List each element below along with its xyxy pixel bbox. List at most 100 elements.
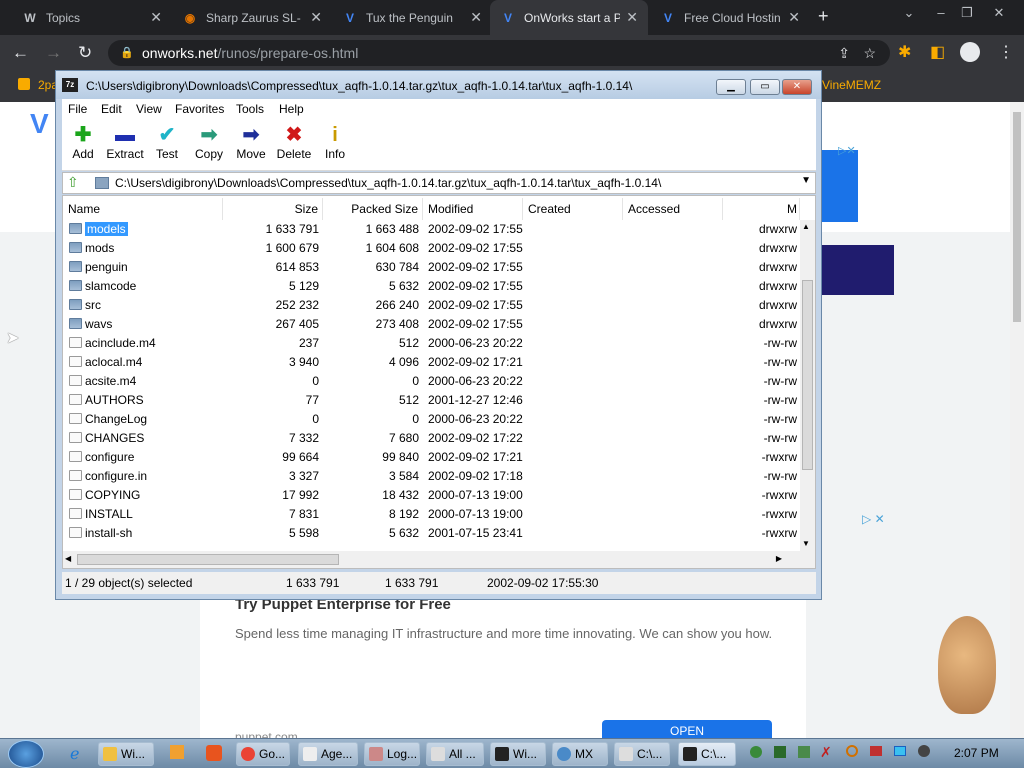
column-name[interactable]: Name xyxy=(63,198,223,220)
minimize-button[interactable]: ▁ xyxy=(716,79,746,95)
reload-icon[interactable]: ↻ xyxy=(78,43,92,63)
adchoices-icon[interactable]: ▷✕ xyxy=(838,144,856,157)
share-icon[interactable]: ⇪ xyxy=(838,40,850,66)
table-row[interactable]: src 252 232 266 240 2002-09-02 17:55 drwxrw xyxy=(63,296,799,315)
adchoices-icon[interactable]: ▷ ✕ xyxy=(862,512,885,526)
scroll-right-icon[interactable]: ▶ xyxy=(776,554,782,563)
tray-icon[interactable] xyxy=(774,746,786,758)
column-accessed[interactable]: Accessed xyxy=(623,198,723,220)
taskbar-item[interactable]: All ... xyxy=(426,742,484,766)
scrollbar-thumb[interactable] xyxy=(77,554,339,565)
scrollbar-thumb[interactable] xyxy=(802,280,813,470)
7zip-titlebar[interactable]: 7z C:\Users\digibrony\Downloads\Compress… xyxy=(56,71,821,99)
profile-avatar[interactable] xyxy=(960,42,980,62)
tray-icon[interactable]: ✗ xyxy=(820,744,832,761)
menu-icon[interactable]: ⋮ xyxy=(998,42,1014,62)
media-icon[interactable] xyxy=(170,745,184,759)
close-tab-icon[interactable]: ✕ xyxy=(626,9,638,26)
back-icon[interactable]: ← xyxy=(12,43,29,63)
browser-tab-free-cloud[interactable]: V Free Cloud Hostin ✕ xyxy=(650,0,810,35)
taskbar-item[interactable]: Go... xyxy=(236,742,290,766)
taskbar-item[interactable]: C:\... xyxy=(614,742,670,766)
close-tab-icon[interactable]: ✕ xyxy=(150,9,162,26)
sidepanel-icon[interactable]: ◧ xyxy=(930,42,945,62)
table-row[interactable]: ChangeLog 0 0 2000-06-23 20:22 -rw-rw xyxy=(63,410,799,429)
table-row[interactable]: COPYING 17 992 18 432 2000-07-13 19:00 -rwxr… xyxy=(63,486,799,505)
table-row[interactable]: configure.in 3 327 3 584 2002-09-02 17:18 -r… xyxy=(63,467,799,486)
ie-icon[interactable]: ℯ xyxy=(70,744,79,764)
info-button[interactable]: i Info xyxy=(310,123,360,161)
address-bar[interactable]: 🔒 onworks.net/runos/prepare-os.html ⇪ ☆ xyxy=(108,40,890,66)
bookmark-star-icon[interactable]: ☆ xyxy=(863,40,876,66)
path-bar[interactable]: ⇧ C:\Users\digibrony\Downloads\Compresse… xyxy=(62,172,816,194)
column-mode[interactable]: M xyxy=(723,198,800,220)
column-created[interactable]: Created xyxy=(523,198,623,220)
path-text[interactable]: C:\Users\digibrony\Downloads\Compressed\… xyxy=(115,176,661,190)
scroll-left-icon[interactable]: ◀ xyxy=(65,554,71,563)
tray-icon[interactable] xyxy=(750,746,762,758)
table-row[interactable]: aclocal.m4 3 940 4 096 2002-09-02 17:21 -rw-… xyxy=(63,353,799,372)
browser-tab-topics[interactable]: W Topics ✕ xyxy=(12,0,172,35)
scroll-down-icon[interactable]: ▼ xyxy=(802,539,810,548)
table-row[interactable]: acinclude.m4 237 512 2000-06-23 20:22 -rw-rw xyxy=(63,334,799,353)
start-button[interactable] xyxy=(8,740,44,768)
table-row[interactable]: wavs 267 405 273 408 2002-09-02 17:55 drwxrw xyxy=(63,315,799,334)
menu-tools[interactable]: Tools xyxy=(236,102,264,116)
list-horizontal-scrollbar[interactable]: ◀ ▶ xyxy=(63,551,800,568)
menu-view[interactable]: View xyxy=(136,102,162,116)
bookmark-item[interactable]: VineMEMZ xyxy=(822,78,881,92)
close-button[interactable]: ✕ xyxy=(782,79,812,95)
taskbar-item[interactable]: Log... xyxy=(364,742,420,766)
table-row[interactable]: mods 1 600 679 1 604 608 2002-09-02 17:55 dr… xyxy=(63,239,799,258)
column-size[interactable]: Size xyxy=(223,198,323,220)
new-tab-button[interactable]: + xyxy=(818,6,829,27)
browser-tab-tux[interactable]: V Tux the Penguin ✕ xyxy=(332,0,492,35)
table-row[interactable]: configure 99 664 99 840 2002-09-02 17:21 -rw… xyxy=(63,448,799,467)
forward-icon[interactable]: → xyxy=(45,43,62,63)
network-icon[interactable] xyxy=(894,746,906,756)
column-packed-size[interactable]: Packed Size xyxy=(323,198,423,220)
restore-icon[interactable]: ❐ xyxy=(954,0,980,30)
browser-tab-sharp-zaurus[interactable]: ◉ Sharp Zaurus SL- ✕ xyxy=(172,0,332,35)
table-row[interactable]: acsite.m4 0 0 2000-06-23 20:22 -rw-rw xyxy=(63,372,799,391)
close-window-icon[interactable]: ✕ xyxy=(986,0,1012,30)
column-modified[interactable]: Modified xyxy=(423,198,523,220)
taskbar-item[interactable]: Age... xyxy=(298,742,358,766)
extensions-icon[interactable]: ✱ xyxy=(898,42,911,62)
browser-tab-onworks[interactable]: V OnWorks start a P ✕ xyxy=(490,0,648,35)
scroll-up-icon[interactable]: ▲ xyxy=(802,222,810,231)
table-row[interactable]: install-sh 5 598 5 632 2001-07-15 23:41 -rwx… xyxy=(63,524,799,543)
taskbar-item[interactable]: Wi... xyxy=(98,742,154,766)
tab-search-icon[interactable]: ⌄ xyxy=(896,0,922,30)
tray-icon[interactable] xyxy=(798,746,810,758)
menu-help[interactable]: Help xyxy=(279,102,304,116)
ad-banner-dark[interactable] xyxy=(820,245,894,295)
taskbar-item[interactable]: Wi... xyxy=(490,742,546,766)
menu-file[interactable]: File xyxy=(68,102,87,116)
table-row[interactable]: penguin 614 853 630 784 2002-09-02 17:55 drw… xyxy=(63,258,799,277)
up-folder-icon[interactable]: ⇧ xyxy=(67,174,79,191)
firefox-icon[interactable] xyxy=(206,745,222,761)
taskbar-item[interactable]: MX xyxy=(552,742,608,766)
close-tab-icon[interactable]: ✕ xyxy=(470,9,482,26)
page-scrollbar-thumb[interactable] xyxy=(1013,112,1021,322)
volume-icon[interactable] xyxy=(918,745,930,757)
page-scrollbar[interactable] xyxy=(1010,102,1024,738)
tray-icon[interactable] xyxy=(846,745,858,757)
table-row[interactable]: CHANGES 7 332 7 680 2002-09-02 17:22 -rw-rw xyxy=(63,429,799,448)
taskbar-item-active[interactable]: C:\... xyxy=(678,742,736,766)
table-row[interactable]: AUTHORS 77 512 2001-12-27 12:46 -rw-rw xyxy=(63,391,799,410)
close-tab-icon[interactable]: ✕ xyxy=(310,9,322,26)
menu-favorites[interactable]: Favorites xyxy=(175,102,224,116)
maximize-button[interactable]: ▭ xyxy=(750,79,780,95)
minimize-icon[interactable]: – xyxy=(928,0,954,30)
list-vertical-scrollbar[interactable]: ▲ ▼ xyxy=(800,220,815,568)
table-row[interactable]: slamcode 5 129 5 632 2002-09-02 17:55 drwxrw xyxy=(63,277,799,296)
dropdown-arrow-icon[interactable]: ▼ xyxy=(801,175,811,186)
ad-open-button[interactable]: OPEN xyxy=(602,720,772,738)
menu-edit[interactable]: Edit xyxy=(101,102,122,116)
table-row[interactable]: INSTALL 7 831 8 192 2000-07-13 19:00 -rwxrw xyxy=(63,505,799,524)
close-tab-icon[interactable]: ✕ xyxy=(788,9,800,26)
table-row[interactable]: models 1 633 791 1 663 488 2002-09-02 17:55… xyxy=(63,220,799,239)
clock[interactable]: 2:07 PM xyxy=(954,746,999,760)
